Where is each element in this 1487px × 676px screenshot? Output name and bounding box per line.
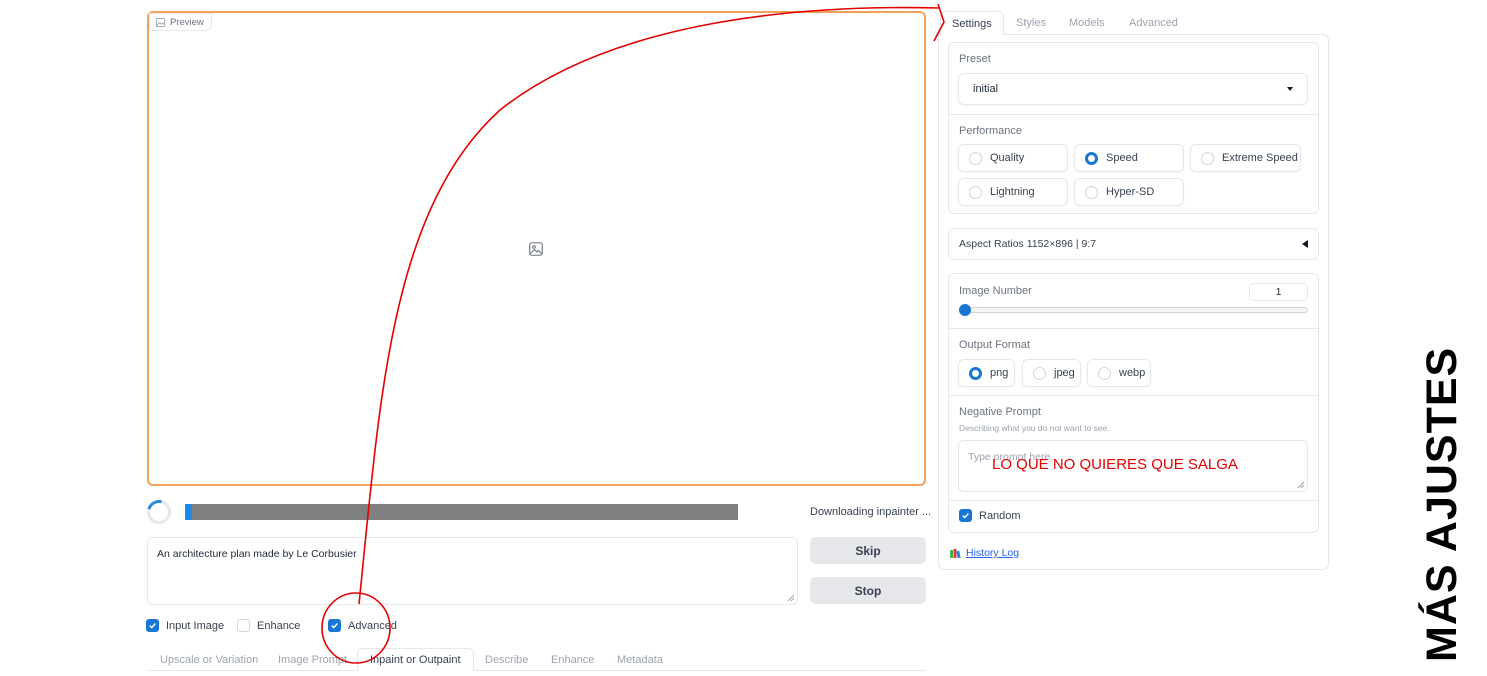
radio-webp[interactable] xyxy=(1098,366,1111,380)
bottom-tabs-divider xyxy=(147,670,926,671)
performance-option-quality[interactable]: Quality xyxy=(958,144,1068,172)
tab-describe[interactable]: Describe xyxy=(485,654,528,666)
check-icon xyxy=(962,513,969,519)
negative-prompt-annotation: LO QUE NO QUIERES QUE SALGA xyxy=(992,456,1238,473)
progress-bar-fill xyxy=(185,504,192,520)
output-format-webp[interactable]: webp xyxy=(1087,359,1151,387)
stop-button[interactable]: Stop xyxy=(810,577,926,604)
preset-dropdown[interactable]: initial xyxy=(958,73,1308,105)
divider xyxy=(949,114,1318,115)
radio-png[interactable] xyxy=(969,366,982,380)
performance-label: Performance xyxy=(959,125,1022,137)
prompt-text: An architecture plan made by Le Corbusie… xyxy=(157,548,357,560)
aspect-ratios-label: Aspect Ratios 1152×896 | 9:7 xyxy=(959,238,1097,250)
output-format-png[interactable]: png xyxy=(958,359,1015,387)
random-checkbox[interactable] xyxy=(959,509,972,522)
divider xyxy=(949,395,1318,396)
preview-label: Preview xyxy=(149,13,212,31)
advanced-checkbox[interactable] xyxy=(328,619,341,632)
image-placeholder-icon xyxy=(529,242,543,256)
image-number-input[interactable]: 1 xyxy=(1249,283,1308,301)
negative-prompt-label: Negative Prompt xyxy=(959,406,1041,418)
radio-hyper-sd[interactable] xyxy=(1085,185,1098,199)
radio-lightning[interactable] xyxy=(969,185,982,199)
image-icon xyxy=(156,17,165,27)
chevron-down-icon xyxy=(1287,87,1293,91)
check-icon xyxy=(149,623,156,629)
tab-settings[interactable]: Settings xyxy=(940,11,1004,35)
tab-styles[interactable]: Styles xyxy=(1016,17,1046,29)
preset-value: initial xyxy=(973,83,999,95)
performance-option-extreme-speed[interactable]: Extreme Speed xyxy=(1190,144,1301,172)
preset-label: Preset xyxy=(959,53,991,65)
books-icon xyxy=(950,548,961,558)
negative-prompt-hint: Describing what you do not want to see. xyxy=(959,423,1110,433)
advanced-option[interactable]: Advanced xyxy=(328,619,397,632)
tab-inpaint-or-outpaint[interactable]: Inpaint or Outpaint xyxy=(357,648,474,671)
resize-handle-icon[interactable] xyxy=(787,594,795,602)
image-number-label: Image Number xyxy=(959,285,1032,297)
slider-handle[interactable] xyxy=(959,304,971,316)
loading-spinner xyxy=(142,495,176,529)
prompt-input[interactable]: An architecture plan made by Le Corbusie… xyxy=(147,537,798,605)
radio-jpeg[interactable] xyxy=(1033,366,1046,380)
enhance-option[interactable]: Enhance xyxy=(237,619,300,632)
skip-button[interactable]: Skip xyxy=(810,537,926,564)
resize-handle-icon[interactable] xyxy=(1297,481,1305,489)
divider xyxy=(949,500,1318,501)
radio-quality[interactable] xyxy=(969,151,982,165)
output-format-jpeg[interactable]: jpeg xyxy=(1022,359,1081,387)
tab-metadata[interactable]: Metadata xyxy=(617,654,663,666)
random-option[interactable]: Random xyxy=(959,509,1021,522)
image-number-slider[interactable] xyxy=(962,307,1308,313)
radio-speed[interactable] xyxy=(1085,151,1098,165)
tab-enhance[interactable]: Enhance xyxy=(551,654,594,666)
enhance-checkbox[interactable] xyxy=(237,619,250,632)
progress-bar xyxy=(185,504,738,520)
radio-extreme-speed[interactable] xyxy=(1201,151,1214,165)
performance-option-lightning[interactable]: Lightning xyxy=(958,178,1068,206)
aspect-ratios-accordion[interactable]: Aspect Ratios 1152×896 | 9:7 xyxy=(948,228,1319,260)
input-image-option[interactable]: Input Image xyxy=(146,619,224,632)
output-format-label: Output Format xyxy=(959,339,1030,351)
chevron-left-icon xyxy=(1302,240,1308,248)
tab-advanced[interactable]: Advanced xyxy=(1129,17,1178,29)
performance-option-hyper-sd[interactable]: Hyper-SD xyxy=(1074,178,1184,206)
tab-models[interactable]: Models xyxy=(1069,17,1104,29)
check-icon xyxy=(331,623,338,629)
tab-upscale-or-variation[interactable]: Upscale or Variation xyxy=(160,654,258,666)
side-title: MÁS AJUSTES xyxy=(1418,346,1466,662)
progress-status: Downloading inpainter ... xyxy=(810,506,932,518)
tab-image-prompt[interactable]: Image Prompt xyxy=(278,654,347,666)
input-image-checkbox[interactable] xyxy=(146,619,159,632)
history-log-link[interactable]: History Log xyxy=(949,547,1019,559)
divider xyxy=(949,328,1318,329)
performance-option-speed[interactable]: Speed xyxy=(1074,144,1184,172)
